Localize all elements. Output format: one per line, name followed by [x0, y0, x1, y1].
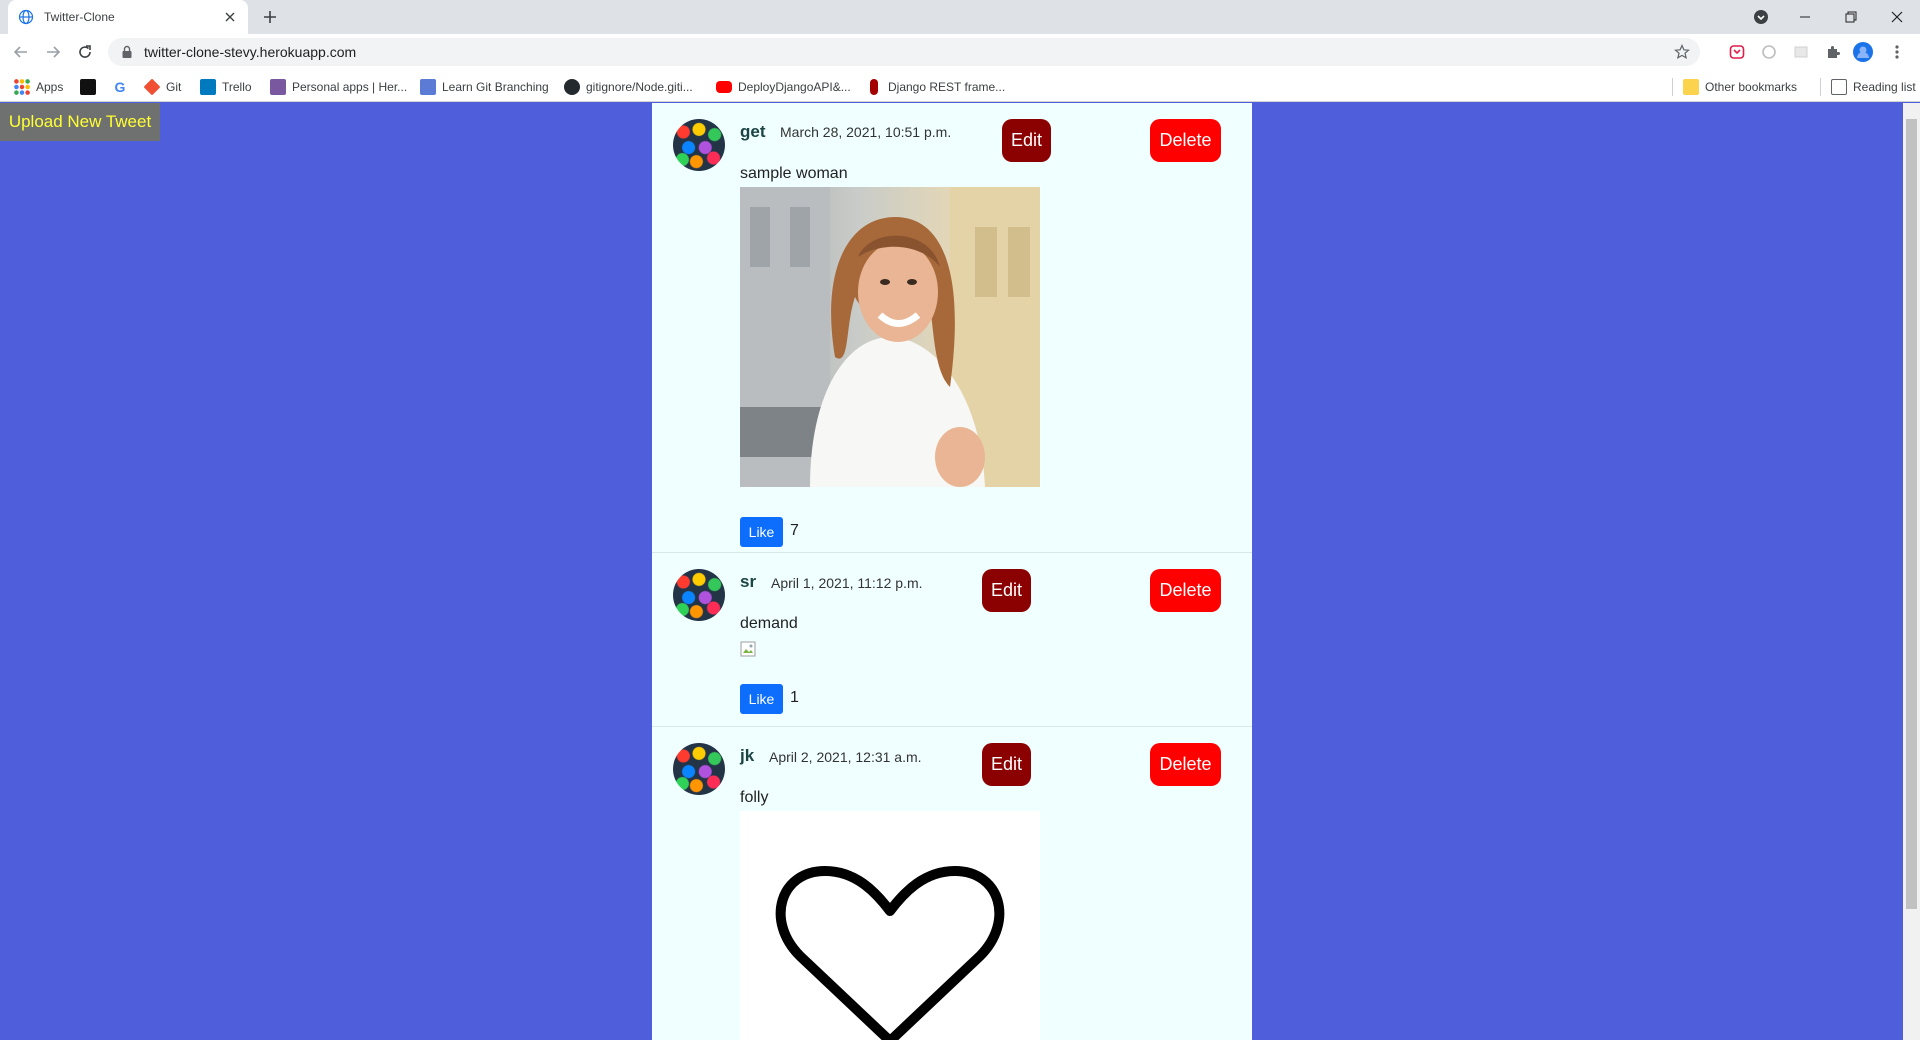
scrollbar-thumb[interactable]	[1906, 119, 1917, 909]
extension-circle-icon[interactable]	[1758, 41, 1780, 63]
tweet-text: demand	[740, 615, 798, 632]
tweet-text: sample woman	[740, 165, 848, 182]
window-close-icon[interactable]	[1874, 0, 1920, 34]
reading-list[interactable]: Reading list	[1820, 78, 1916, 96]
minimize-icon[interactable]	[1782, 0, 1828, 34]
extensions-puzzle-icon[interactable]	[1822, 41, 1844, 63]
delete-button[interactable]: Delete	[1150, 743, 1221, 786]
edit-button[interactable]: Edit	[982, 569, 1031, 612]
bookmark-youtube[interactable]: DeployDjangoAPI&...	[716, 78, 851, 96]
browser-tab[interactable]: Twitter-Clone	[8, 0, 248, 34]
bookmark-label: gitignore/Node.giti...	[586, 80, 693, 94]
close-icon[interactable]	[222, 9, 238, 25]
bookmark-google[interactable]: G	[112, 78, 134, 96]
bookmark-label: Learn Git Branching	[442, 80, 549, 94]
bookmark-label: Django REST frame...	[888, 80, 1006, 94]
tweet-text: folly	[740, 789, 769, 806]
django-rest-icon	[870, 79, 878, 95]
bookmark-apps[interactable]: Apps	[14, 78, 63, 96]
reading-list-icon	[1831, 79, 1847, 95]
heroku-icon	[270, 79, 286, 95]
avatar	[673, 119, 725, 171]
apps-grid-icon	[14, 79, 30, 95]
like-button[interactable]: Like	[740, 684, 783, 714]
puzzle-icon	[420, 79, 436, 95]
tweet-card: get March 28, 2021, 10:51 p.m. Edit Dele…	[652, 103, 1252, 553]
tweet-username[interactable]: jk	[740, 746, 754, 766]
browser-toolbar: twitter-clone-stevy.herokuapp.com	[0, 34, 1920, 70]
like-button[interactable]: Like	[740, 517, 783, 547]
tweet-username[interactable]: get	[740, 122, 766, 142]
bookmark-trello[interactable]: Trello	[200, 78, 252, 96]
trello-icon	[200, 79, 216, 95]
folder-icon	[1683, 79, 1699, 95]
bookmark-label: DeployDjangoAPI&...	[738, 80, 851, 94]
broken-image-icon	[740, 641, 756, 657]
tweet-username[interactable]: sr	[740, 572, 756, 592]
tab-title: Twitter-Clone	[44, 10, 115, 24]
reading-list-label: Reading list	[1853, 80, 1916, 94]
pocket-extension-icon[interactable]	[1726, 41, 1748, 63]
tweet-card: jk April 2, 2021, 12:31 a.m. Edit Delete…	[652, 727, 1252, 1040]
tab-search-icon[interactable]	[1738, 0, 1784, 34]
bookmark-label: Apps	[36, 80, 64, 94]
forward-arrow-icon[interactable]	[40, 39, 66, 65]
tweet-feed: get March 28, 2021, 10:51 p.m. Edit Dele…	[652, 103, 1252, 1040]
bookmark-dark-icon	[80, 79, 96, 95]
new-tab-button[interactable]	[258, 6, 282, 28]
heart-icon	[775, 866, 1005, 1040]
tweet-date: April 1, 2021, 11:12 p.m.	[771, 575, 923, 591]
bookmark-git[interactable]: Git	[143, 78, 182, 96]
page-scrollbar[interactable]	[1903, 103, 1920, 1040]
tweet-image-heart	[740, 811, 1040, 1040]
youtube-icon	[716, 81, 732, 93]
reload-icon[interactable]	[72, 39, 98, 65]
other-bookmarks[interactable]: Other bookmarks	[1672, 78, 1797, 96]
extension-blank-icon[interactable]	[1790, 41, 1812, 63]
other-bookmarks-label: Other bookmarks	[1705, 80, 1798, 94]
tweet-date: March 28, 2021, 10:51 p.m.	[780, 124, 952, 140]
lock-icon	[120, 45, 134, 59]
github-icon	[564, 79, 580, 95]
google-icon: G	[114, 79, 126, 95]
browser-tabstrip: Twitter-Clone	[0, 0, 1920, 34]
like-count: 7	[790, 522, 799, 539]
upload-new-tweet-button[interactable]: Upload New Tweet	[0, 103, 160, 141]
bookmark-django-rest[interactable]: Django REST frame...	[870, 78, 1005, 96]
delete-button[interactable]: Delete	[1150, 119, 1221, 162]
tweet-date: April 2, 2021, 12:31 a.m.	[769, 749, 922, 765]
bookmark-dark[interactable]	[80, 78, 102, 96]
tweet-card: sr April 1, 2021, 11:12 p.m. Edit Delete…	[652, 553, 1252, 727]
bookmark-label: Git	[166, 80, 182, 94]
bookmark-heroku[interactable]: Personal apps | Her...	[270, 78, 407, 96]
bookmark-label: Trello	[222, 80, 252, 94]
bookmark-learn-git[interactable]: Learn Git Branching	[420, 78, 549, 96]
address-bar[interactable]: twitter-clone-stevy.herokuapp.com	[108, 38, 1700, 66]
avatar	[673, 743, 725, 795]
like-count: 1	[790, 689, 799, 706]
edit-button[interactable]: Edit	[1002, 119, 1051, 162]
back-arrow-icon[interactable]	[8, 39, 34, 65]
url-text: twitter-clone-stevy.herokuapp.com	[144, 44, 357, 60]
git-icon	[143, 78, 161, 96]
delete-button[interactable]: Delete	[1150, 569, 1221, 612]
bookmark-star-icon[interactable]	[1674, 44, 1690, 60]
bookmark-github[interactable]: gitignore/Node.giti...	[564, 78, 693, 96]
menu-kebab-icon[interactable]	[1886, 41, 1908, 63]
profile-avatar[interactable]	[1852, 41, 1874, 63]
bookmark-label: Personal apps | Her...	[292, 80, 408, 94]
tweet-image-woman	[740, 187, 1040, 487]
globe-icon	[18, 9, 34, 25]
edit-button[interactable]: Edit	[982, 743, 1031, 786]
bookmarks-bar: Apps G Git Trello Personal apps | Her...…	[0, 70, 1920, 102]
avatar	[673, 569, 725, 621]
restore-icon[interactable]	[1828, 0, 1874, 34]
